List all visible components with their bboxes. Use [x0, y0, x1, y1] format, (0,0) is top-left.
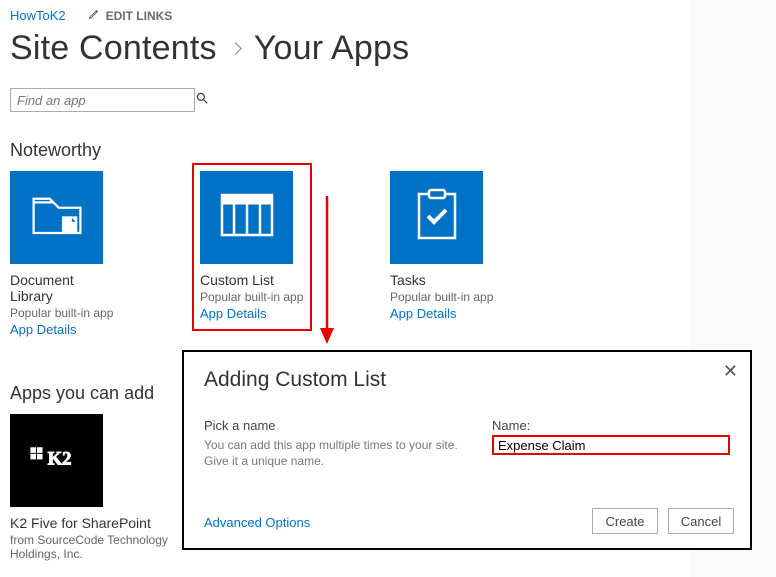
- tile-doc-lib-box[interactable]: [10, 171, 103, 264]
- tile-title: Tasks: [390, 272, 500, 288]
- clipboard-check-icon: [415, 188, 459, 247]
- advanced-options-link[interactable]: Advanced Options: [204, 515, 310, 530]
- cancel-button[interactable]: Cancel: [668, 508, 734, 534]
- breadcrumb-site-contents[interactable]: Site Contents: [10, 29, 217, 68]
- tile-subtitle: Popular built-in app: [390, 290, 500, 304]
- tile-tasks: Tasks Popular built-in app App Details: [390, 171, 500, 337]
- create-button[interactable]: Create: [592, 508, 658, 534]
- breadcrumb-your-apps: Your Apps: [254, 29, 410, 68]
- pencil-icon: [88, 8, 100, 23]
- tile-custom-list-box[interactable]: [200, 171, 293, 264]
- breadcrumb: Site Contents Your Apps: [10, 29, 766, 68]
- edit-links-button[interactable]: EDIT LINKS: [88, 8, 173, 23]
- svg-text:K2: K2: [47, 449, 71, 470]
- close-icon[interactable]: ✕: [723, 362, 738, 380]
- tile-title: Custom List: [200, 272, 310, 288]
- noteworthy-tiles: Document Library Popular built-in app Ap…: [10, 171, 766, 337]
- tile-k2-box[interactable]: K2: [10, 414, 103, 507]
- tile-custom-list: Custom List Popular built-in app App Det…: [200, 171, 310, 337]
- search-input[interactable]: [17, 93, 195, 108]
- list-icon: [220, 193, 274, 242]
- app-details-link[interactable]: App Details: [10, 322, 120, 337]
- pick-a-name-description: You can add this app multiple times to y…: [204, 437, 462, 469]
- tile-title: Document Library: [10, 272, 120, 304]
- chevron-right-icon: [229, 42, 242, 55]
- noteworthy-heading: Noteworthy: [10, 140, 766, 161]
- k2-logo-icon: K2: [29, 443, 85, 478]
- site-link[interactable]: HowToK2: [10, 8, 66, 23]
- app-details-link[interactable]: App Details: [390, 306, 500, 321]
- search-icon[interactable]: [195, 91, 209, 110]
- edit-links-label: EDIT LINKS: [106, 9, 173, 23]
- pick-a-name-label: Pick a name: [204, 418, 462, 433]
- add-custom-list-dialog: Adding Custom List ✕ Pick a name You can…: [182, 350, 752, 550]
- app-details-link[interactable]: App Details: [200, 306, 310, 321]
- dialog-title: Adding Custom List: [204, 368, 730, 392]
- tile-document-library: Document Library Popular built-in app Ap…: [10, 171, 120, 337]
- name-field-label: Name:: [492, 418, 730, 433]
- search-box[interactable]: [10, 88, 195, 112]
- topnav: HowToK2 EDIT LINKS: [10, 8, 766, 23]
- tile-subtitle: Popular built-in app: [10, 306, 120, 320]
- tile-subtitle: Popular built-in app: [200, 290, 310, 304]
- name-input[interactable]: [492, 435, 730, 455]
- tile-subtitle: from SourceCode Technology Holdings, Inc…: [10, 533, 170, 561]
- tile-title: K2 Five for SharePoint: [10, 515, 170, 531]
- folder-icon: [30, 190, 84, 245]
- tile-tasks-box[interactable]: [390, 171, 483, 264]
